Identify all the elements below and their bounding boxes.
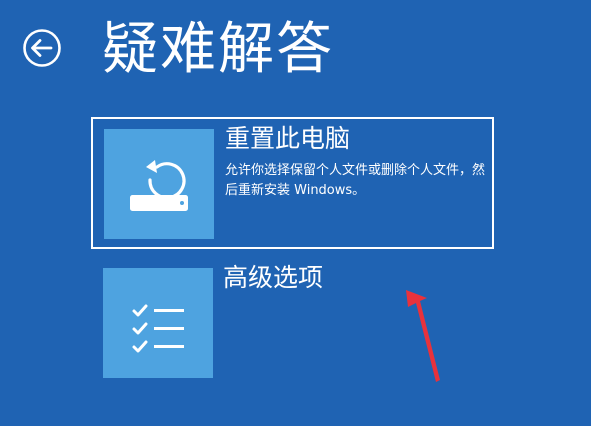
checklist-icon xyxy=(132,304,184,353)
advanced-options-title: 高级选项 xyxy=(223,263,324,292)
reset-pc-tile xyxy=(104,129,214,239)
reset-pc-icon xyxy=(130,160,188,211)
reset-pc-option[interactable]: 重置此电脑 允许你选择保留个人文件或删除个人文件，然后重新安装 Windows。 xyxy=(91,117,494,249)
arrow-left-circle-icon xyxy=(23,29,61,67)
advanced-options-option[interactable]: 高级选项 xyxy=(91,258,494,390)
reset-pc-description: 允许你选择保留个人文件或删除个人文件，然后重新安装 Windows。 xyxy=(225,163,486,198)
back-button[interactable] xyxy=(22,28,62,68)
page-title: 疑难解答 xyxy=(102,17,334,82)
advanced-options-tile xyxy=(103,268,213,378)
troubleshoot-page: 疑难解答 重置此电脑 允许你选择保留个人文件或删除个人文件，然后重新安装 Win… xyxy=(0,0,591,426)
reset-pc-title: 重置此电脑 xyxy=(225,124,351,153)
